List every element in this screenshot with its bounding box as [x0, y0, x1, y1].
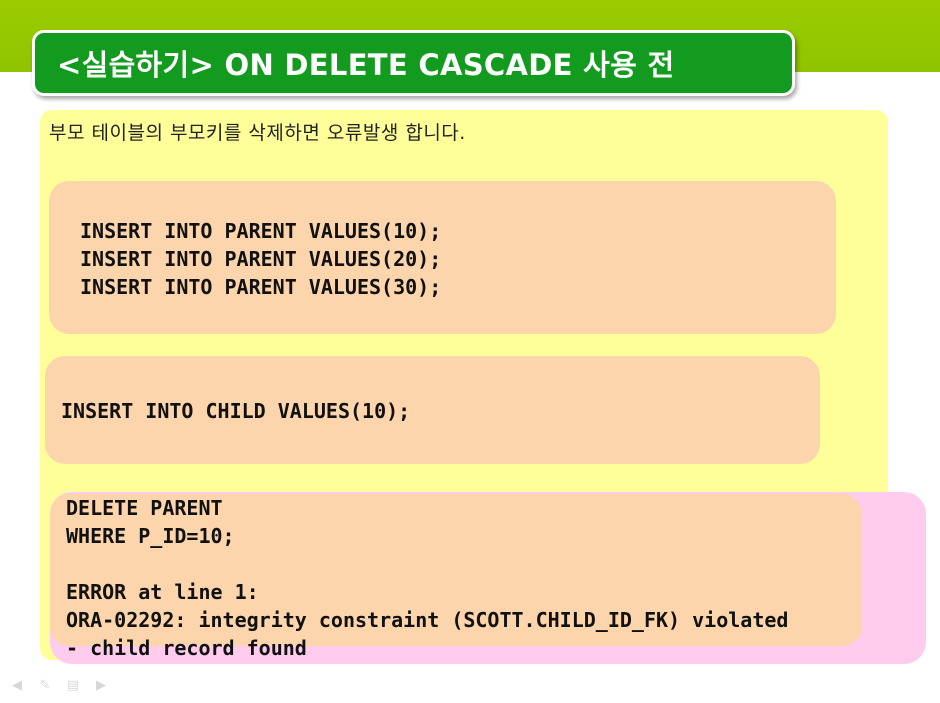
code-child-insert: INSERT INTO CHILD VALUES(10);	[61, 399, 411, 423]
intro-text: 부모 테이블의 부모키를 삭제하면 오류발생 합니다.	[49, 122, 466, 144]
slideshow-nav: ◀ ✎ ▤ ▶	[10, 678, 108, 693]
arrow-left-icon[interactable]: ◀	[10, 678, 24, 693]
pen-icon[interactable]: ✎	[38, 678, 52, 693]
code-delete-error: DELETE PARENT WHERE P_ID=10; ERROR at li…	[66, 496, 789, 660]
menu-icon[interactable]: ▤	[66, 678, 80, 693]
slide-title-box: <실습하기> ON DELETE CASCADE 사용 전	[32, 30, 795, 96]
slide-title: <실습하기> ON DELETE CASCADE 사용 전	[57, 48, 675, 82]
arrow-right-icon[interactable]: ▶	[94, 678, 108, 693]
code-parent-inserts: INSERT INTO PARENT VALUES(10); INSERT IN…	[80, 219, 442, 299]
